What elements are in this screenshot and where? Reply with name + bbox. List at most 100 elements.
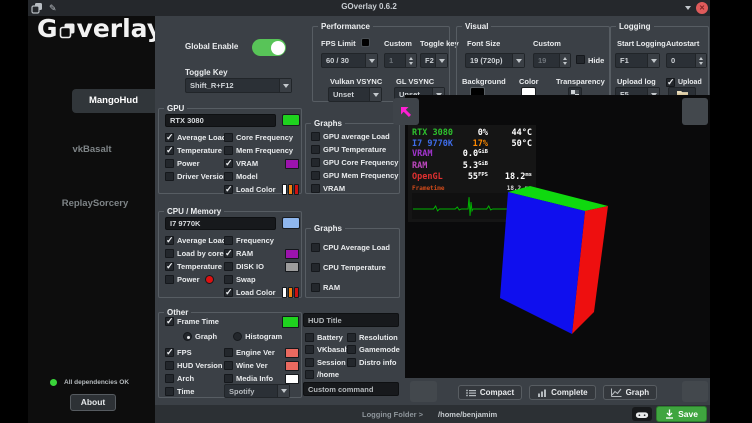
checkbox-row[interactable]: CPU Temperature [311,257,396,277]
chevron-down-icon[interactable] [365,54,377,67]
checkbox[interactable] [311,263,320,272]
color-swatch[interactable] [285,361,299,371]
gamepad-button[interactable] [632,407,652,421]
checkbox[interactable] [347,345,356,354]
checkbox-row[interactable]: RAM [224,247,299,260]
checkbox[interactable] [165,262,174,271]
color-swatch[interactable] [282,287,299,298]
gpu-color-swatch[interactable] [282,114,300,126]
checkbox-row[interactable]: Average Load [165,131,222,144]
checkbox-row[interactable]: Power [165,157,222,170]
checkbox[interactable] [165,172,174,181]
custom-command-input[interactable]: Custom command [303,382,399,396]
checkbox-row[interactable]: Session [305,356,347,369]
checkbox[interactable] [224,172,233,181]
chevron-down-icon[interactable] [512,54,524,67]
checkbox[interactable] [165,348,174,357]
sidebar-item-vkbasalt[interactable]: vkBasalt [47,144,137,155]
checkbox[interactable] [165,146,174,155]
checkbox-row[interactable]: Distro info [347,356,402,369]
position-top-left-button[interactable] [393,98,419,125]
checkbox[interactable] [311,145,320,154]
checkbox[interactable] [311,158,320,167]
checkbox[interactable] [224,275,233,284]
frame-time-checkbox[interactable] [165,317,174,326]
checkbox-row[interactable]: GPU Mem Frequency [311,169,396,182]
checkbox[interactable] [224,348,233,357]
checkbox[interactable] [165,133,174,142]
color-swatch[interactable] [285,249,299,259]
hud-title-input[interactable]: HUD Title [303,313,399,327]
chevron-down-icon[interactable] [279,79,291,92]
checkbox[interactable] [311,243,320,252]
checkbox-row[interactable]: Arch [165,372,222,385]
cpu-color-swatch[interactable] [282,217,300,229]
checkbox[interactable] [165,387,174,396]
checkbox[interactable] [165,236,174,245]
vulkan-vsync-dropdown[interactable]: Unset [328,87,382,102]
sidebar-item-mangohud[interactable]: MangoHud [72,89,155,113]
checkbox[interactable] [224,133,233,142]
sidebar-item-replaysorcery[interactable]: ReplaySorcery [45,198,145,209]
checkbox-row[interactable]: Load Color [224,183,299,196]
checkbox[interactable] [165,275,174,284]
checkbox[interactable] [311,132,320,141]
checkbox-row[interactable]: Resolution [347,331,402,344]
fps-limit-dropdown[interactable]: 60 / 30 [321,53,378,68]
checkbox-row[interactable]: Driver Version [165,170,222,183]
checkbox[interactable] [305,333,314,342]
chevron-down-icon[interactable] [435,54,447,67]
checkbox-row[interactable]: Average Load [165,234,222,247]
checkbox-row[interactable]: Temperature [165,144,222,157]
checkbox-row[interactable]: Temperature [165,260,222,273]
start-logging-dropdown[interactable]: F1 [615,53,660,68]
autostart-spinner[interactable]: 0 [666,53,707,68]
checkbox-row[interactable]: Gamemode [347,344,402,357]
graph-view-button[interactable]: Graph [603,385,658,400]
checkbox[interactable] [165,361,174,370]
checkbox-row[interactable]: DISK IO [224,260,299,273]
checkbox-row[interactable]: HUD Version [165,359,222,372]
checkbox-row[interactable]: Battery [305,331,347,344]
checkbox[interactable] [224,236,233,245]
checkbox[interactable] [347,358,356,367]
color-swatch[interactable] [285,159,299,169]
checkbox[interactable] [224,361,233,370]
frame-time-color-swatch[interactable] [282,316,299,328]
color-swatch[interactable] [285,374,299,384]
checkbox-row[interactable]: Power [165,273,222,286]
checkbox-row[interactable]: Load by core [165,247,222,260]
checkbox[interactable] [224,288,233,297]
color-swatch[interactable] [282,184,299,195]
chevron-down-icon[interactable] [685,6,691,10]
gpu-name-input[interactable]: RTX 3080 [165,114,276,127]
checkbox-row[interactable]: Core Frequency [224,131,299,144]
spinner-arrows-icon[interactable] [405,54,416,67]
checkbox[interactable] [224,249,233,258]
checkbox-row[interactable]: /home [305,369,347,382]
checkbox[interactable] [165,249,174,258]
histogram-radio[interactable] [233,332,242,341]
global-enable-toggle[interactable] [252,39,286,56]
checkbox[interactable] [165,374,174,383]
checkbox-row[interactable]: Time [165,385,222,398]
checkbox-row[interactable]: GPU Core Frequency [311,156,396,169]
color-swatch[interactable] [285,262,299,272]
font-size-dropdown[interactable]: 19 (720p) [465,53,525,68]
frame-time-row[interactable]: Frame Time [165,315,299,328]
checkbox[interactable] [305,345,314,354]
checkbox-row[interactable]: VRAM [311,182,396,195]
color-swatch[interactable] [285,348,299,358]
checkbox[interactable] [224,146,233,155]
checkbox-row[interactable]: Swap [224,273,299,286]
checkbox[interactable] [224,159,233,168]
checkbox[interactable] [311,283,320,292]
checkbox[interactable] [165,159,174,168]
color-swatch[interactable] [205,275,214,284]
checkbox-row[interactable]: Wine Ver [224,359,299,372]
media-player-dropdown[interactable]: Spotify [224,384,290,398]
checkbox[interactable] [311,184,320,193]
checkbox-row[interactable]: FPS [165,346,222,359]
checkbox-row[interactable]: GPU Temperature [311,143,396,156]
upload-checkbox[interactable] [666,78,675,87]
